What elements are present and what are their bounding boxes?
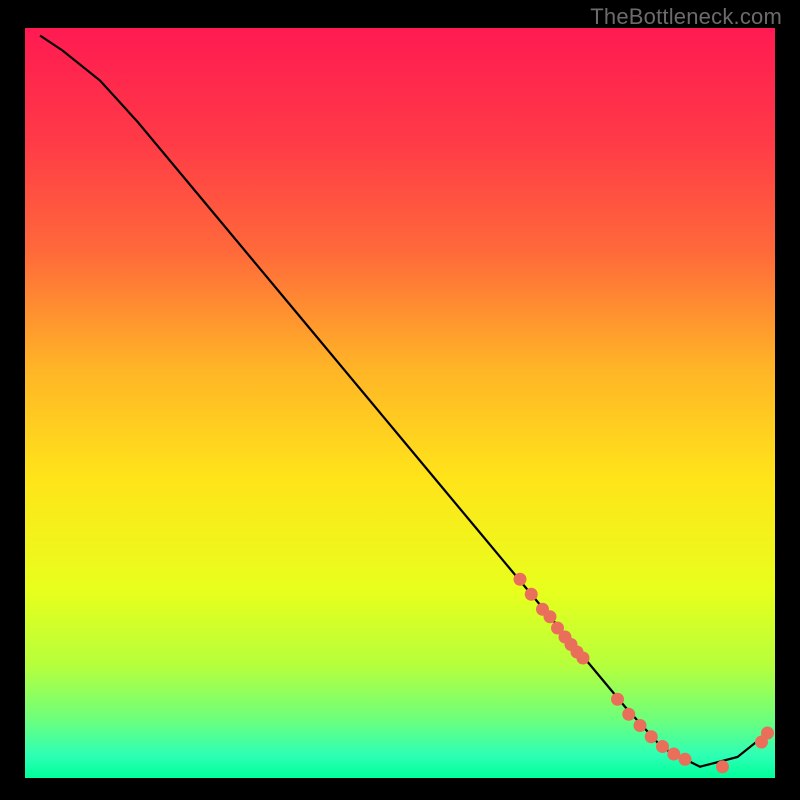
marker-point bbox=[679, 753, 692, 766]
chart-svg bbox=[25, 28, 775, 778]
marker-point bbox=[577, 652, 590, 665]
marker-point bbox=[645, 730, 658, 743]
marker-point bbox=[622, 708, 635, 721]
marker-point bbox=[716, 760, 729, 773]
marker-point bbox=[761, 727, 774, 740]
marker-point bbox=[611, 693, 624, 706]
plot-area bbox=[25, 28, 775, 778]
watermark-text: TheBottleneck.com bbox=[590, 4, 782, 30]
marker-point bbox=[634, 719, 647, 732]
chart-container: TheBottleneck.com bbox=[0, 0, 800, 800]
gradient-background bbox=[25, 28, 775, 778]
marker-point bbox=[667, 748, 680, 761]
marker-point bbox=[656, 740, 669, 753]
marker-point bbox=[525, 588, 538, 601]
marker-point bbox=[514, 573, 527, 586]
marker-point bbox=[544, 610, 557, 623]
